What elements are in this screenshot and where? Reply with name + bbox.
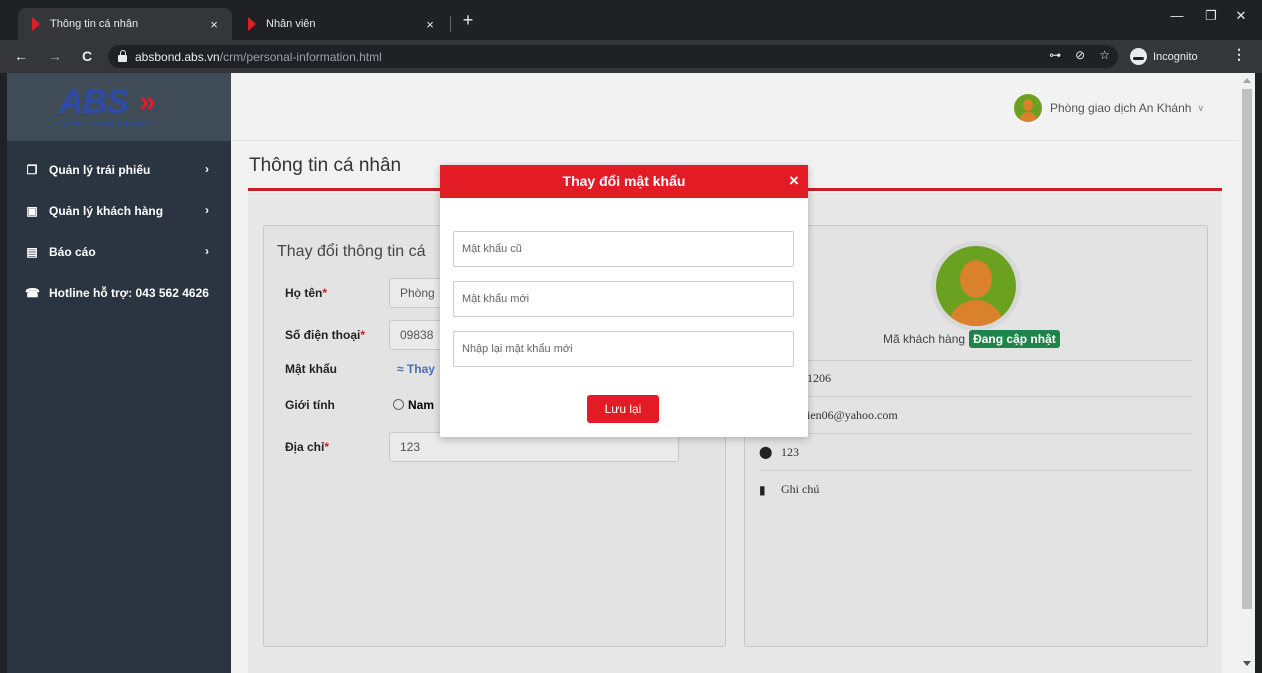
url-input[interactable]: absbond.abs.vn/crm/personal-information.… bbox=[108, 45, 1118, 68]
back-icon[interactable]: ← bbox=[12, 48, 30, 64]
tab-employee[interactable]: Nhân viên × bbox=[234, 8, 448, 40]
eye-off-icon[interactable]: ⊘ bbox=[1075, 48, 1085, 62]
new-tab-button[interactable]: + bbox=[458, 10, 478, 31]
scrollbar-thumb[interactable] bbox=[1242, 89, 1252, 609]
incognito-indicator[interactable]: Incognito bbox=[1130, 46, 1198, 67]
url-path: /crm/personal-information.html bbox=[219, 49, 382, 64]
change-password-modal: Thay đổi mật khẩu × Lưu lại bbox=[440, 165, 808, 437]
window-close-icon[interactable]: ✕ bbox=[1226, 8, 1256, 24]
scroll-up-icon[interactable] bbox=[1243, 78, 1251, 83]
new-password-input[interactable] bbox=[453, 281, 794, 317]
lock-icon bbox=[118, 49, 127, 62]
address-bar: ← → C absbond.abs.vn/crm/personal-inform… bbox=[0, 40, 1262, 73]
window-frame-right bbox=[1255, 73, 1262, 673]
window-frame-left bbox=[0, 73, 7, 673]
tab-personal-info[interactable]: Thông tin cá nhân × bbox=[18, 8, 232, 40]
restore-icon[interactable]: ❐ bbox=[1196, 8, 1226, 24]
close-icon[interactable]: × bbox=[784, 165, 804, 198]
abs-favicon-icon bbox=[32, 17, 40, 31]
tab-title: Nhân viên bbox=[266, 18, 316, 30]
tab-close-icon[interactable]: × bbox=[422, 17, 438, 32]
minimize-icon[interactable]: — bbox=[1162, 8, 1192, 23]
key-icon[interactable]: ⊶ bbox=[1049, 48, 1061, 62]
abs-favicon-icon bbox=[248, 17, 256, 31]
forward-icon[interactable]: → bbox=[46, 48, 64, 64]
page-viewport: ABS » CHỨNG KHOÁN AN BÌNH ❐ Quản lý trái… bbox=[7, 73, 1239, 673]
modal-title: Thay đổi mật khẩu bbox=[440, 165, 808, 198]
tab-close-icon[interactable]: × bbox=[206, 17, 222, 32]
browser-tab-bar: Thông tin cá nhân × Nhân viên × + — ❐ ✕ bbox=[0, 0, 1262, 40]
url-host: absbond.abs.vn bbox=[135, 49, 220, 64]
incognito-icon bbox=[1130, 48, 1147, 65]
scroll-down-icon[interactable] bbox=[1243, 661, 1251, 666]
reload-icon[interactable]: C bbox=[78, 48, 96, 64]
tab-separator bbox=[450, 16, 451, 32]
page-scrollbar[interactable] bbox=[1239, 73, 1255, 673]
menu-icon[interactable]: ⋮ bbox=[1232, 46, 1246, 63]
save-button[interactable]: Lưu lại bbox=[587, 395, 659, 423]
tab-title: Thông tin cá nhân bbox=[50, 18, 139, 30]
old-password-input[interactable] bbox=[453, 231, 794, 267]
star-icon[interactable]: ☆ bbox=[1099, 48, 1110, 62]
incognito-label: Incognito bbox=[1153, 50, 1198, 63]
confirm-password-input[interactable] bbox=[453, 331, 794, 367]
